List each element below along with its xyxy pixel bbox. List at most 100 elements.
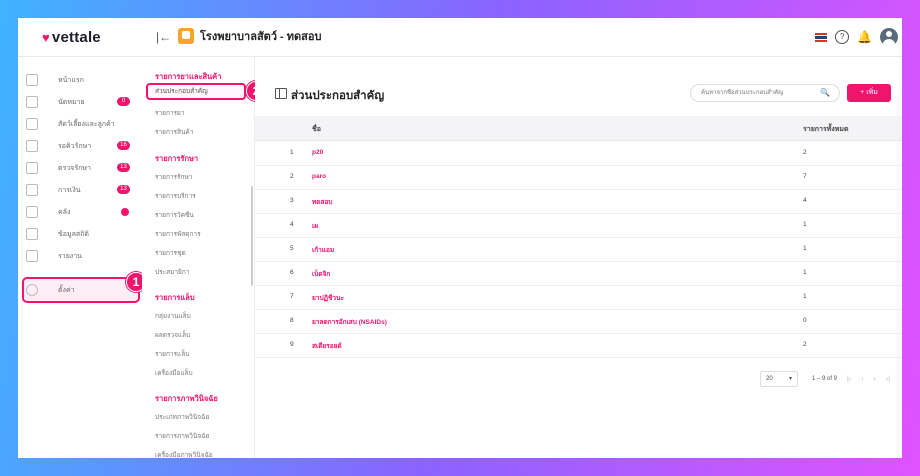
row-number: 3	[290, 197, 294, 204]
subnav-item[interactable]: กลุ่มงานแล็บ	[155, 311, 191, 321]
sidebar-item-label: นัดหมาย	[58, 98, 85, 106]
last-page-icon[interactable]: ›|	[886, 376, 890, 383]
column-header-count[interactable]: รายการทั้งหมด	[803, 124, 849, 135]
subnav-scrollbar[interactable]	[251, 186, 253, 286]
table-row[interactable]: 5 เก้าแอม 1	[255, 237, 902, 262]
table-row[interactable]: 6 เบ็ดจิก 1	[255, 261, 902, 286]
prev-page-icon[interactable]: ‹	[861, 376, 863, 383]
search-box[interactable]: 🔍	[690, 84, 840, 102]
column-header-name[interactable]: ชื่อ	[312, 124, 321, 135]
row-name-link[interactable]: สเตียรอยด์	[312, 341, 342, 351]
subnav-item[interactable]: ประสมายิกา	[155, 267, 189, 277]
row-name-link[interactable]: p20	[312, 149, 323, 156]
sidebar-item-label: สัตว์เลี้ยงและลูกค้า	[58, 120, 115, 128]
settings-subnav: รายการยาและสินค้า ส่วนประกอบสำคัญ รายการ…	[142, 57, 266, 458]
avatar[interactable]	[880, 28, 898, 46]
row-name-link[interactable]: ยาลดการอักเสบ (NSAIDs)	[312, 317, 387, 327]
main-content: ส่วนประกอบสำคัญ 🔍 + เพิ่ม ชื่อ รายการทั้…	[255, 57, 902, 458]
heart-logo-icon: ♥	[42, 30, 50, 45]
subnav-item[interactable]: รายการยา	[155, 108, 185, 118]
table-row[interactable]: 8 ยาลดการอักเสบ (NSAIDs) 0	[255, 309, 902, 334]
sidebar-item-label: คลัง	[58, 208, 71, 216]
clinic-name: โรงพยาบาลสัตว์ - ทดสอบ	[200, 31, 322, 43]
thai-flag-icon[interactable]	[815, 32, 828, 42]
add-button[interactable]: + เพิ่ม	[847, 84, 891, 102]
bar-chart-icon	[26, 250, 38, 262]
first-page-icon[interactable]: |‹	[847, 376, 851, 383]
clinic-selector[interactable]: โรงพยาบาลสัตว์ - ทดสอบ	[178, 27, 321, 45]
sidebar-item-label: หน้าแรก	[58, 76, 84, 84]
page-title: ส่วนประกอบสำคัญ	[291, 90, 385, 102]
sidebar-item-queue[interactable]: รอคิวรักษา 16	[24, 135, 138, 157]
row-name-link[interactable]: เก้าแอม	[312, 245, 334, 255]
subnav-item[interactable]: ผลตรวจแล็บ	[155, 330, 190, 340]
row-number: 2	[290, 173, 294, 180]
row-name-link[interactable]: ทดสอบ	[312, 197, 333, 207]
sidebar-item-statistics[interactable]: ข้อมูลสถิติ	[24, 223, 138, 245]
row-number: 1	[290, 149, 294, 156]
sidebar-item-label: ข้อมูลสถิติ	[58, 230, 89, 238]
row-number: 5	[290, 245, 294, 252]
sidebar-item-finance[interactable]: การเงิน 13	[24, 179, 138, 201]
sidebar-item-home[interactable]: หน้าแรก	[24, 69, 138, 91]
subnav-item[interactable]: รายการชุด	[155, 248, 186, 258]
subnav-item[interactable]: ประเภทภาพวินิจฉัย	[155, 412, 209, 422]
top-right-actions: ? 🔔	[815, 28, 898, 46]
row-number: 8	[290, 317, 294, 324]
row-name-link[interactable]: paro	[312, 173, 326, 180]
row-count: 1	[803, 221, 807, 228]
sidebar-item-label: รอคิวรักษา	[58, 142, 92, 150]
row-number: 7	[290, 293, 294, 300]
row-count: 2	[803, 341, 807, 348]
search-icon[interactable]: 🔍	[820, 88, 830, 97]
table-row[interactable]: 1 p20 2	[255, 141, 902, 166]
subnav-item[interactable]: เครื่องมือแล็บ	[155, 368, 193, 378]
section-heading: รายการภาพวินิจฉัย	[155, 394, 218, 403]
subnav-item[interactable]: รายการพัสดุการ	[155, 229, 201, 239]
sidebar-item-inventory[interactable]: คลัง	[24, 201, 138, 223]
row-name-link[interactable]: เบ็ดจิก	[312, 269, 330, 279]
search-input[interactable]	[699, 89, 813, 97]
section-heading: รายการแล็บ	[155, 293, 195, 302]
row-name-link[interactable]: ยาปฏิชีวนะ	[312, 293, 344, 303]
paw-icon	[26, 118, 38, 130]
sidebar-item-reports[interactable]: รายงาน	[24, 245, 138, 267]
subnav-item[interactable]: รายการสินค้า	[155, 127, 193, 137]
row-count: 0	[803, 317, 807, 324]
row-number: 9	[290, 341, 294, 348]
subnav-item[interactable]: เครื่องมือภาพวินิจฉัย	[155, 450, 213, 458]
rows-per-page-select[interactable]: 20	[760, 371, 798, 387]
sidebar-item-pets-customers[interactable]: สัตว์เลี้ยงและลูกค้า	[24, 113, 138, 135]
stethoscope-icon	[26, 162, 38, 174]
top-bar: ♥ vettale |← โรงพยาบาลสัตว์ - ทดสอบ ? 🔔	[18, 18, 902, 57]
count-badge: 16	[117, 141, 130, 150]
dog-icon	[178, 28, 194, 44]
subnav-item[interactable]: รายการวัคซีน	[155, 210, 194, 220]
subnav-item[interactable]: รายการภาพวินิจฉัย	[155, 431, 209, 441]
bell-icon[interactable]: 🔔	[857, 30, 872, 44]
row-number: 6	[290, 269, 294, 276]
row-count: 2	[803, 149, 807, 156]
sidebar-item-label: การเงิน	[58, 186, 81, 194]
collapse-sidebar-icon[interactable]: |←	[156, 30, 171, 44]
table-row[interactable]: 2 paro 7	[255, 165, 902, 190]
subnav-item[interactable]: รายการบริการ	[155, 191, 196, 201]
alert-dot	[121, 208, 129, 216]
subnav-item-active-ingredients[interactable]: ส่วนประกอบสำคัญ	[146, 83, 246, 100]
box-icon	[26, 206, 38, 218]
table-row[interactable]: 7 ยาปฏิชีวนะ 1	[255, 285, 902, 310]
subnav-item[interactable]: รายการรักษา	[155, 172, 192, 182]
sidebar-item-examination[interactable]: ตรวจรักษา 13	[24, 157, 138, 179]
sidebar-item-settings[interactable]: ตั้งค่า	[22, 277, 140, 303]
subnav-item[interactable]: รายการแล็บ	[155, 349, 189, 359]
sidebar-item-label: ตรวจรักษา	[58, 164, 91, 172]
table-row[interactable]: 9 สเตียรอยด์ 2	[255, 333, 902, 358]
grid-icon	[26, 228, 38, 240]
table-row[interactable]: 3 ทดสอบ 4	[255, 189, 902, 214]
sidebar-item-appointments[interactable]: นัดหมาย 0	[24, 91, 138, 113]
row-name-link[interactable]: เผ	[312, 221, 318, 231]
table-row[interactable]: 4 เผ 1	[255, 213, 902, 238]
vettale-logo[interactable]: ♥ vettale	[42, 29, 101, 46]
next-page-icon[interactable]: ›	[874, 376, 876, 383]
help-icon[interactable]: ?	[835, 30, 850, 44]
